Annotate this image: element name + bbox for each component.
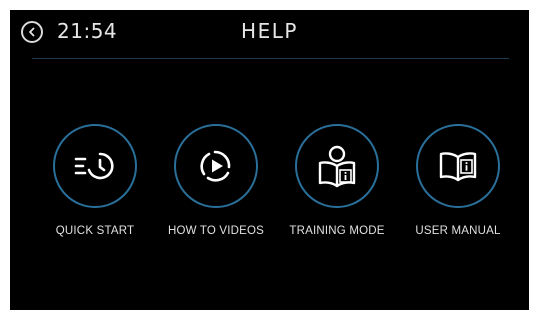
how-to-videos-button[interactable]: HOW TO VIDEOS <box>156 124 276 254</box>
quick-start-ring <box>53 124 137 208</box>
help-screen: 21:54 HELP QUICK START HOW TO VIDEOS TRA… <box>10 10 529 310</box>
play-icon <box>200 150 231 182</box>
training-mode-ring <box>295 124 379 208</box>
user-manual-ring <box>416 124 500 208</box>
page-title: HELP <box>241 19 298 43</box>
top-bar: 21:54 HELP <box>10 10 529 54</box>
how-to-videos-label: HOW TO VIDEOS <box>167 225 265 237</box>
training-mode-button[interactable]: TRAINING MODE <box>277 124 397 254</box>
how-to-videos-ring <box>174 124 258 208</box>
user-manual-button[interactable]: USER MANUAL <box>398 124 518 254</box>
quick-start-button[interactable]: QUICK START <box>35 124 155 254</box>
user-manual-label: USER MANUAL <box>415 225 501 237</box>
header-divider <box>32 58 509 59</box>
training-mode-label: TRAINING MODE <box>289 225 385 237</box>
book-info-icon <box>439 152 477 182</box>
quick-start-label: QUICK START <box>55 225 135 237</box>
person-book-icon <box>318 145 356 188</box>
timer-icon <box>74 152 114 180</box>
